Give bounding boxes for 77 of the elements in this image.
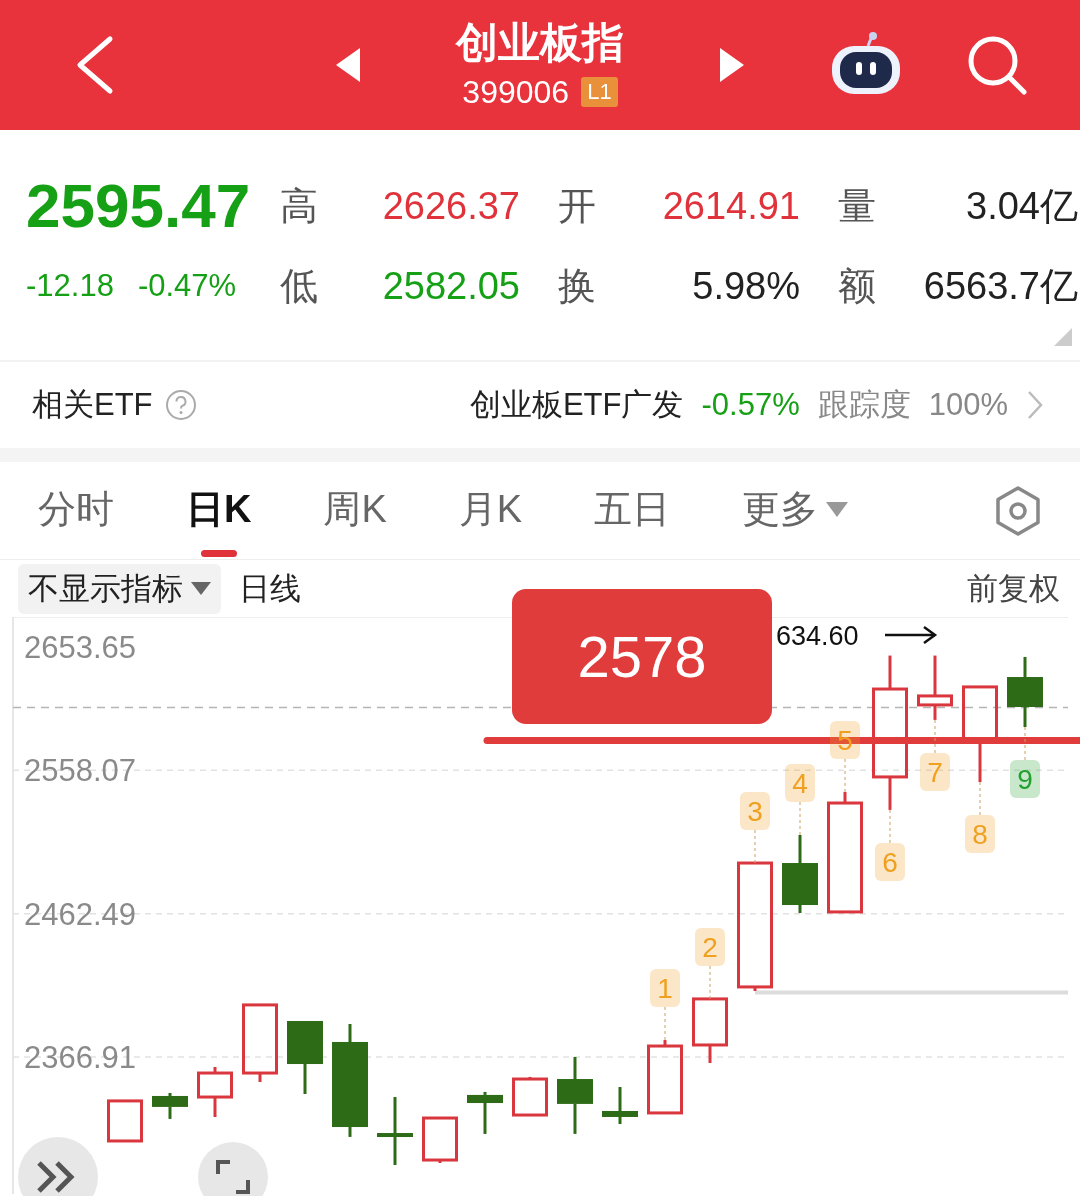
fullscreen-button[interactable] bbox=[198, 1142, 268, 1196]
leader-line bbox=[979, 781, 981, 816]
fullscreen-icon bbox=[216, 1160, 250, 1194]
stat-label: 开 bbox=[557, 183, 597, 229]
sequence-marker: 5 bbox=[830, 720, 860, 759]
sequence-marker: 2 bbox=[695, 927, 725, 966]
sequence-marker: 4 bbox=[785, 764, 815, 802]
chart-tab[interactable]: 日K bbox=[186, 464, 252, 557]
leader-line bbox=[1024, 726, 1026, 761]
stat-value: 5.98% bbox=[691, 264, 800, 308]
leader-line bbox=[934, 719, 936, 754]
stat-value: 6563.7亿 bbox=[922, 263, 1078, 309]
tracking-value: 100% bbox=[928, 387, 1008, 423]
stat-value: 3.04亿 bbox=[965, 183, 1078, 229]
tracking-label: 跟踪度 bbox=[817, 386, 911, 424]
stat-value: 2626.37 bbox=[381, 184, 520, 228]
candlestick bbox=[467, 1091, 503, 1134]
price-change: -12.18 bbox=[26, 268, 114, 304]
chart-tab[interactable]: 分时 bbox=[38, 464, 114, 557]
chart-tab[interactable]: 周K bbox=[323, 464, 387, 557]
axis-label: 2558.07 bbox=[24, 753, 137, 789]
index-title: 创业板指 bbox=[456, 18, 624, 68]
chart-tab[interactable]: 更多 bbox=[742, 464, 849, 557]
candlestick bbox=[512, 1076, 548, 1117]
axis-label: 2653.65 bbox=[24, 630, 137, 665]
next-icon[interactable] bbox=[720, 48, 744, 82]
indicator-dropdown[interactable]: 不显示指标 bbox=[18, 563, 221, 614]
candlestick bbox=[197, 1067, 233, 1117]
search-icon[interactable] bbox=[966, 34, 1028, 96]
arrow-icon bbox=[885, 626, 938, 644]
etf-change: -0.57% bbox=[701, 387, 800, 423]
previous-icon[interactable] bbox=[336, 48, 360, 82]
axis-label: 2462.49 bbox=[24, 896, 137, 932]
leader-line bbox=[889, 809, 891, 844]
stat-label: 换 bbox=[557, 263, 597, 309]
candlestick bbox=[602, 1087, 638, 1124]
sequence-marker: 3 bbox=[740, 792, 770, 831]
period-label: 日线 bbox=[239, 569, 301, 608]
stat-label: 量 bbox=[837, 183, 877, 229]
caret-icon bbox=[826, 501, 849, 518]
stat-value: 2582.05 bbox=[381, 264, 520, 308]
collapse-button[interactable] bbox=[18, 1137, 98, 1196]
sequence-marker: 8 bbox=[965, 815, 995, 854]
last-price: 2595.47 bbox=[26, 170, 252, 243]
candlestick bbox=[422, 1116, 458, 1164]
level-badge: L1 bbox=[581, 77, 618, 107]
leader-line bbox=[754, 829, 756, 864]
help-icon[interactable] bbox=[164, 389, 197, 421]
leader-line bbox=[709, 965, 711, 1000]
candlestick bbox=[152, 1093, 188, 1119]
leader-line bbox=[664, 1006, 666, 1041]
adjust-mode[interactable]: 前复权 bbox=[967, 567, 1060, 610]
stat-label: 高 bbox=[280, 183, 319, 229]
index-code: 399006 bbox=[462, 73, 570, 112]
candlestick bbox=[917, 655, 953, 720]
stat-label: 额 bbox=[837, 263, 877, 309]
axis-label: 2366.91 bbox=[24, 1040, 137, 1076]
price-tag[interactable]: 2578 bbox=[512, 589, 772, 724]
etf-label: 相关ETF bbox=[32, 386, 153, 424]
candlestick bbox=[692, 997, 728, 1063]
stat-value: 2614.91 bbox=[661, 184, 800, 228]
leader-line bbox=[844, 758, 846, 793]
chart-tab[interactable]: 五日 bbox=[594, 464, 671, 557]
max-price-label: 634.60 bbox=[776, 621, 859, 651]
leader-line bbox=[799, 801, 801, 836]
etf-name[interactable]: 创业板ETF广发 bbox=[469, 384, 684, 426]
sequence-marker: 7 bbox=[920, 752, 950, 791]
chart-tab[interactable]: 月K bbox=[458, 464, 523, 557]
sequence-marker: 1 bbox=[650, 969, 680, 1008]
sequence-marker: 6 bbox=[875, 842, 905, 881]
stat-label: 低 bbox=[280, 263, 319, 309]
caret-icon bbox=[191, 581, 211, 596]
candlestick bbox=[1007, 656, 1043, 727]
percent-change: -0.47% bbox=[137, 268, 237, 304]
candlestick bbox=[107, 1099, 143, 1143]
sequence-marker: 9 bbox=[1010, 760, 1040, 798]
candlestick bbox=[377, 1097, 413, 1165]
